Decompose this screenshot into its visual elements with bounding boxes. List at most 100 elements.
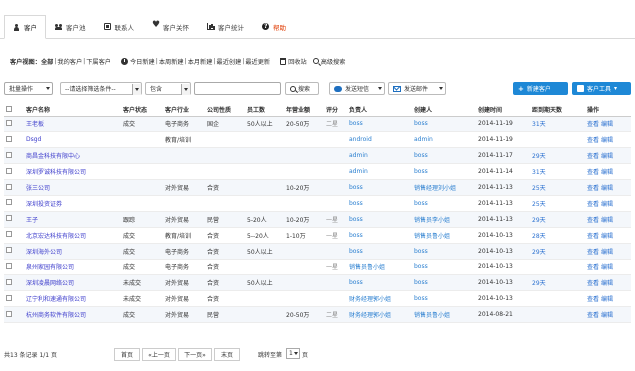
- creator-link[interactable]: boss: [412, 116, 476, 133]
- first-page-button[interactable]: 首页: [114, 348, 140, 361]
- column-header[interactable]: 创建时间: [476, 104, 530, 117]
- last-page-button[interactable]: 末页: [214, 348, 240, 361]
- customer-tools-button[interactable]: 客户工具 ▾: [572, 82, 631, 95]
- edit-link[interactable]: 编辑: [601, 217, 613, 224]
- creator-link[interactable]: 销售员鲁小姐: [412, 306, 476, 324]
- column-header[interactable]: 评分: [324, 104, 347, 117]
- edit-link[interactable]: 编辑: [601, 137, 613, 144]
- column-header[interactable]: 负责人: [347, 104, 412, 117]
- batch-actions-dropdown[interactable]: 批量操作: [4, 82, 53, 95]
- prev-page-button[interactable]: «上一页: [142, 348, 176, 361]
- view-link[interactable]: 查看: [587, 249, 599, 256]
- owner-link[interactable]: boss: [347, 274, 412, 292]
- view-link[interactable]: 查看: [587, 217, 599, 224]
- row-checkbox[interactable]: [6, 262, 12, 269]
- customer-name-link[interactable]: 王老板: [24, 116, 121, 133]
- customer-name-link[interactable]: 深圳凌晨网络公司: [24, 274, 121, 292]
- view-link[interactable]: 查看: [587, 169, 599, 176]
- column-header[interactable]: 年营业额: [284, 104, 324, 117]
- row-checkbox[interactable]: [6, 310, 12, 317]
- view-link[interactable]: 查看: [587, 264, 599, 271]
- customer-name-link[interactable]: 深圳海外公司: [24, 243, 121, 260]
- recycle-bin-link[interactable]: 回收站: [280, 57, 307, 66]
- creator-link[interactable]: boss: [412, 163, 476, 181]
- row-checkbox[interactable]: [6, 247, 12, 254]
- view-link[interactable]: 查看: [587, 201, 599, 208]
- customer-name-link[interactable]: 商昌金科技有限中心: [24, 147, 121, 165]
- creator-link[interactable]: 销售员鲁小姐: [412, 227, 476, 244]
- row-checkbox[interactable]: [6, 215, 12, 222]
- page-jump-select[interactable]: 1: [286, 348, 300, 359]
- tab-customer-care[interactable]: 客户关怀: [143, 15, 198, 38]
- row-checkbox[interactable]: [6, 135, 12, 142]
- edit-link[interactable]: 编辑: [601, 312, 613, 319]
- column-header[interactable]: 客户行业: [163, 104, 205, 117]
- filter-month-new[interactable]: 本月新建: [188, 57, 213, 66]
- tab-help[interactable]: 帮助: [253, 15, 295, 38]
- owner-link[interactable]: boss: [347, 211, 412, 228]
- edit-link[interactable]: 编辑: [601, 185, 613, 192]
- advanced-search-link[interactable]: 高级搜索: [312, 57, 345, 66]
- edit-link[interactable]: 编辑: [601, 264, 613, 271]
- customer-name-link[interactable]: 杭州商务软件有限公司: [24, 306, 121, 324]
- creator-link[interactable]: boss: [412, 290, 476, 308]
- customer-name-link[interactable]: 深圳罗诚科技有限公司: [24, 163, 121, 181]
- edit-link[interactable]: 编辑: [601, 296, 613, 303]
- search-button[interactable]: 搜索: [285, 82, 319, 95]
- send-sms-button[interactable]: 发送短信: [329, 82, 385, 95]
- view-link[interactable]: 查看: [587, 296, 599, 303]
- creator-link[interactable]: boss: [412, 195, 476, 212]
- owner-link[interactable]: admin: [347, 147, 412, 165]
- row-checkbox[interactable]: [6, 294, 12, 301]
- row-checkbox[interactable]: [6, 183, 12, 190]
- tab-customers[interactable]: 客户: [4, 15, 46, 39]
- filter-recent-updated[interactable]: 最近更新: [245, 57, 270, 66]
- filter-field-select[interactable]: --请选择筛选条件--: [60, 82, 142, 95]
- owner-link[interactable]: 财务经理郭小姐: [347, 290, 412, 308]
- owner-link[interactable]: boss: [347, 243, 412, 260]
- row-checkbox[interactable]: [6, 199, 12, 206]
- row-checkbox[interactable]: [6, 278, 12, 285]
- creator-link[interactable]: boss: [412, 259, 476, 276]
- view-link[interactable]: 查看: [587, 280, 599, 287]
- edit-link[interactable]: 编辑: [601, 121, 613, 128]
- column-header[interactable]: 距到期天数: [530, 104, 585, 117]
- customer-name-link[interactable]: 辽宁利和速通有限公司: [24, 290, 121, 308]
- filter-mine[interactable]: 我的客户: [57, 57, 82, 66]
- creator-link[interactable]: boss: [412, 274, 476, 292]
- creator-link[interactable]: 销售经理刘小姐: [412, 179, 476, 196]
- creator-link[interactable]: boss: [412, 243, 476, 260]
- customer-name-link[interactable]: 北京宏达科技有限公司: [24, 227, 121, 244]
- edit-link[interactable]: 编辑: [601, 280, 613, 287]
- filter-today-new[interactable]: 今日新建: [121, 57, 155, 66]
- row-checkbox[interactable]: [6, 167, 12, 174]
- edit-link[interactable]: 编辑: [601, 169, 613, 176]
- filter-subordinate[interactable]: 下属客户: [86, 57, 111, 66]
- view-link[interactable]: 查看: [587, 121, 599, 128]
- edit-link[interactable]: 编辑: [601, 233, 613, 240]
- view-link[interactable]: 查看: [587, 312, 599, 319]
- column-header[interactable]: 客户状态: [121, 104, 163, 117]
- view-link[interactable]: 查看: [587, 233, 599, 240]
- owner-link[interactable]: admin: [347, 163, 412, 181]
- edit-link[interactable]: 编辑: [601, 249, 613, 256]
- filter-recent-created[interactable]: 最近创建: [217, 57, 242, 66]
- column-header[interactable]: 公司性质: [205, 104, 245, 117]
- search-input[interactable]: [194, 82, 281, 95]
- creator-link[interactable]: boss: [412, 147, 476, 165]
- customer-name-link[interactable]: 泉州家园有限公司: [24, 259, 121, 276]
- owner-link[interactable]: 财务经理郭小姐: [347, 306, 412, 324]
- owner-link[interactable]: android: [347, 131, 412, 149]
- tab-customer-stats[interactable]: 客户统计: [198, 15, 253, 38]
- customer-name-link[interactable]: 张三公司: [24, 179, 121, 196]
- view-link[interactable]: 查看: [587, 153, 599, 160]
- edit-link[interactable]: 编辑: [601, 201, 613, 208]
- row-checkbox[interactable]: [6, 231, 12, 238]
- tab-customer-pool[interactable]: 客户池: [46, 15, 95, 38]
- column-header[interactable]: 客户名称: [24, 104, 121, 117]
- column-header[interactable]: 员工数: [245, 104, 284, 117]
- column-header[interactable]: 创建人: [412, 104, 476, 117]
- edit-link[interactable]: 编辑: [601, 153, 613, 160]
- owner-link[interactable]: boss: [347, 227, 412, 244]
- customer-name-link[interactable]: 王子: [24, 211, 121, 228]
